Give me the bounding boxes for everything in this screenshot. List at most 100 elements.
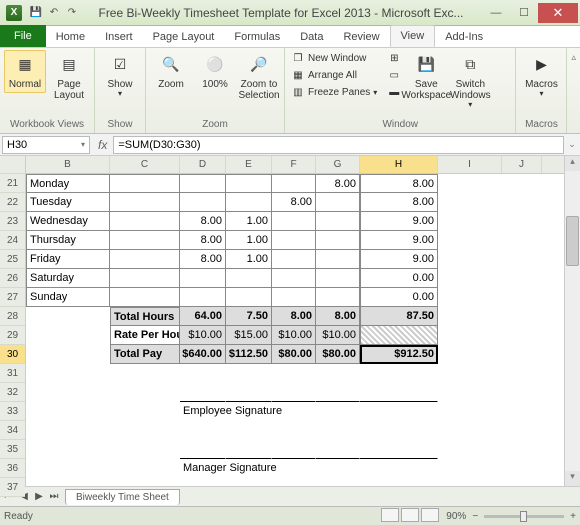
cell[interactable]: 0.00 xyxy=(360,269,438,288)
cell[interactable]: 0.00 xyxy=(360,288,438,307)
cell[interactable] xyxy=(26,459,110,478)
tab-addins[interactable]: Add-Ins xyxy=(435,27,493,47)
cell[interactable] xyxy=(438,440,502,459)
cell[interactable] xyxy=(438,478,502,486)
pagelayout-shortcut[interactable] xyxy=(401,508,419,522)
cell[interactable] xyxy=(110,174,180,193)
cell[interactable] xyxy=(360,364,438,383)
cell[interactable] xyxy=(502,174,542,193)
col-header[interactable]: B xyxy=(26,156,110,173)
cell[interactable] xyxy=(502,402,542,421)
cell[interactable] xyxy=(180,174,226,193)
row-header[interactable]: 37 xyxy=(0,478,25,497)
tab-review[interactable]: Review xyxy=(333,27,389,47)
cell[interactable] xyxy=(438,402,502,421)
cell[interactable] xyxy=(360,421,438,440)
cell[interactable]: $80.00 xyxy=(316,345,360,364)
cell[interactable]: 8.00 xyxy=(180,250,226,269)
cell[interactable] xyxy=(110,364,180,383)
cell[interactable] xyxy=(316,212,360,231)
cell[interactable] xyxy=(316,288,360,307)
cell[interactable] xyxy=(272,231,316,250)
cell[interactable] xyxy=(180,440,226,459)
cell[interactable]: 64.00 xyxy=(180,307,226,326)
cell[interactable] xyxy=(502,307,542,326)
col-header[interactable]: D xyxy=(180,156,226,173)
cell[interactable] xyxy=(272,478,316,486)
tab-formulas[interactable]: Formulas xyxy=(224,27,290,47)
worksheet-grid[interactable]: 21 22 23 24 25 26 27 28 29 30 31 32 33 3… xyxy=(0,156,580,486)
cell[interactable] xyxy=(180,421,226,440)
cell[interactable] xyxy=(502,421,542,440)
minimize-ribbon-button[interactable]: ▵ xyxy=(567,48,580,67)
cell[interactable] xyxy=(26,478,110,486)
cell[interactable] xyxy=(272,421,316,440)
cell[interactable]: Manager Signature xyxy=(180,459,226,478)
cell[interactable] xyxy=(226,402,272,421)
cell[interactable] xyxy=(26,421,110,440)
cell[interactable] xyxy=(226,269,272,288)
cell[interactable]: 8.00 xyxy=(316,307,360,326)
cell[interactable] xyxy=(110,288,180,307)
cell[interactable]: $10.00 xyxy=(316,326,360,345)
hundred-percent-button[interactable]: ⚪100% xyxy=(194,50,236,93)
cell[interactable] xyxy=(180,269,226,288)
cell[interactable]: Total Hours xyxy=(110,307,180,326)
cell[interactable] xyxy=(180,383,226,402)
cell[interactable] xyxy=(316,402,360,421)
cell[interactable] xyxy=(226,421,272,440)
row-header[interactable]: 23 xyxy=(0,212,25,231)
fx-icon[interactable]: fx xyxy=(92,138,113,152)
cell[interactable]: Wednesday xyxy=(26,212,110,231)
cell[interactable]: $15.00 xyxy=(226,326,272,345)
name-dropdown-icon[interactable]: ▾ xyxy=(81,140,85,149)
row-header[interactable]: 27 xyxy=(0,288,25,307)
row-header[interactable]: 22 xyxy=(0,193,25,212)
cell[interactable]: $10.00 xyxy=(272,326,316,345)
cell[interactable] xyxy=(272,364,316,383)
cell[interactable]: Thursday xyxy=(26,231,110,250)
col-header[interactable]: G xyxy=(316,156,360,173)
last-sheet-button[interactable]: ⏭ xyxy=(47,491,61,502)
cell[interactable] xyxy=(180,193,226,212)
cell[interactable] xyxy=(272,459,316,478)
zoom-level[interactable]: 90% xyxy=(446,511,466,522)
row-header[interactable]: 30 xyxy=(0,345,25,364)
cell[interactable] xyxy=(360,383,438,402)
cell[interactable] xyxy=(110,421,180,440)
tab-view[interactable]: View xyxy=(390,25,436,47)
tab-insert[interactable]: Insert xyxy=(95,27,143,47)
redo-icon[interactable]: ↷ xyxy=(64,5,80,21)
cell[interactable]: Rate Per Hour xyxy=(110,326,180,345)
cell[interactable] xyxy=(316,478,360,486)
cell[interactable] xyxy=(438,383,502,402)
next-sheet-button[interactable]: ▶ xyxy=(32,491,46,502)
cell[interactable]: 1.00 xyxy=(226,212,272,231)
cell[interactable] xyxy=(110,269,180,288)
row-header[interactable]: 25 xyxy=(0,250,25,269)
cell[interactable] xyxy=(502,288,542,307)
new-window-button[interactable]: ❐New Window xyxy=(289,50,379,66)
cell[interactable]: 9.00 xyxy=(360,231,438,250)
cell[interactable] xyxy=(316,269,360,288)
cell[interactable] xyxy=(272,288,316,307)
cell[interactable] xyxy=(316,231,360,250)
cell[interactable]: 9.00 xyxy=(360,250,438,269)
scroll-up-icon[interactable]: ▴ xyxy=(565,156,580,171)
scroll-down-icon[interactable]: ▾ xyxy=(565,471,580,486)
row-header[interactable]: 28 xyxy=(0,307,25,326)
cell[interactable] xyxy=(110,459,180,478)
cell[interactable]: 8.00 xyxy=(360,193,438,212)
cell[interactable] xyxy=(272,250,316,269)
normal-shortcut[interactable] xyxy=(381,508,399,522)
cell[interactable] xyxy=(438,326,502,345)
cell[interactable]: 8.00 xyxy=(272,193,316,212)
cell[interactable] xyxy=(272,212,316,231)
cell[interactable] xyxy=(26,345,110,364)
cells-area[interactable]: Monday8.008.00Tuesday8.008.00Wednesday8.… xyxy=(26,174,564,486)
cell[interactable] xyxy=(438,250,502,269)
cell[interactable] xyxy=(316,383,360,402)
cell[interactable] xyxy=(502,345,542,364)
cell[interactable] xyxy=(360,326,438,345)
cell[interactable] xyxy=(180,478,226,486)
